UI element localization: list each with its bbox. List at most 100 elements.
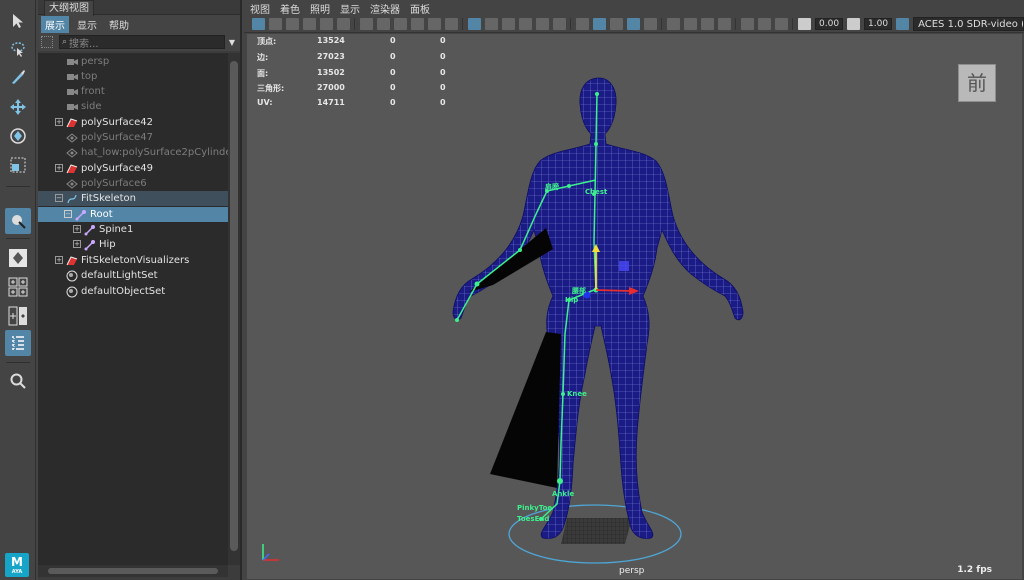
resolution-gate-icon[interactable] bbox=[377, 18, 390, 30]
expand-icon[interactable]: + bbox=[73, 240, 81, 248]
viewport-menu-panels[interactable]: 面板 bbox=[410, 1, 430, 16]
outliner-search-bar: ⌕ 搜索... ▼ bbox=[38, 33, 240, 51]
ik-plane-leg bbox=[490, 332, 561, 488]
viewport-menu-renderer[interactable]: 渲染器 bbox=[370, 1, 400, 16]
outliner-title: 大纲视图 bbox=[38, 0, 240, 16]
lasso-tool-icon[interactable] bbox=[5, 36, 31, 62]
tree-item-front[interactable]: front bbox=[38, 84, 228, 99]
tree-item-top[interactable]: top bbox=[38, 69, 228, 84]
select-camera-icon[interactable] bbox=[252, 18, 265, 30]
axis-gizmo-icon bbox=[262, 544, 279, 561]
expand-icon[interactable]: + bbox=[55, 164, 63, 172]
depth-of-field-icon[interactable] bbox=[718, 18, 731, 30]
viewport-menu-lighting[interactable]: 照明 bbox=[310, 1, 330, 16]
safe-title-icon[interactable] bbox=[445, 18, 458, 30]
outliner-menu-help[interactable]: 帮助 bbox=[105, 16, 133, 33]
expand-icon[interactable]: + bbox=[55, 256, 63, 264]
smooth-shade-icon[interactable] bbox=[502, 18, 515, 30]
exposure-icon[interactable] bbox=[798, 18, 811, 30]
tree-item-hip[interactable]: + Hip bbox=[38, 237, 228, 252]
camera-name-label: persp bbox=[619, 566, 645, 576]
viewport-menu-show[interactable]: 显示 bbox=[340, 1, 360, 16]
tree-item-persp[interactable]: persp bbox=[38, 54, 228, 69]
joint-label-waist: 腰部 bbox=[572, 287, 586, 295]
default-material-icon[interactable] bbox=[519, 18, 532, 30]
set-icon bbox=[66, 270, 78, 282]
soft-select-tool-icon[interactable] bbox=[5, 208, 31, 234]
viewport-menu-view[interactable]: 视图 bbox=[250, 1, 270, 16]
film-gate-icon[interactable] bbox=[360, 18, 373, 30]
tree-item-polysurface47[interactable]: polySurface47 bbox=[38, 130, 228, 145]
xray-joints-icon[interactable] bbox=[627, 18, 640, 30]
tree-item-fitskeletonvisualizers[interactable]: + FitSkeletonVisualizers bbox=[38, 253, 228, 268]
bookmark-icon[interactable] bbox=[286, 18, 299, 30]
toggle-hud-icon[interactable] bbox=[775, 18, 788, 30]
search-input[interactable]: ⌕ 搜索... bbox=[59, 35, 225, 50]
motion-blur-icon[interactable] bbox=[684, 18, 697, 30]
colorspace-dropdown[interactable]: ACES 1.0 SDR-video (sRGB) bbox=[913, 17, 1024, 31]
tree-item-polysurface6[interactable]: polySurface6 bbox=[38, 176, 228, 191]
outliner-vertical-scrollbar[interactable] bbox=[228, 53, 240, 565]
outliner-layout-icon[interactable] bbox=[5, 330, 31, 356]
chevron-down-icon[interactable]: ▼ bbox=[227, 38, 237, 47]
paint-select-tool-icon[interactable] bbox=[5, 64, 31, 90]
expand-icon[interactable]: + bbox=[73, 225, 81, 233]
gate-mask-icon[interactable] bbox=[394, 18, 407, 30]
rotate-tool-icon[interactable] bbox=[5, 123, 31, 149]
tree-item-side[interactable]: side bbox=[38, 99, 228, 114]
3d-viewport[interactable]: 顶点: 13524 0 0 边: 27023 0 0 面: 13502 0 0 三角形: 27000… bbox=[247, 34, 1022, 579]
gamma-icon[interactable] bbox=[847, 18, 861, 30]
tree-item-fitskeleton[interactable]: − FitSkeleton bbox=[38, 191, 228, 206]
wireframe-on-shaded-icon[interactable] bbox=[593, 18, 606, 30]
camera-attributes-icon[interactable] bbox=[269, 18, 282, 30]
joint-icon bbox=[84, 239, 96, 251]
outliner-menu-show[interactable]: 展示 bbox=[41, 15, 69, 33]
maya-logo: M AYA bbox=[5, 553, 29, 577]
safe-action-icon[interactable] bbox=[428, 18, 441, 30]
isolate-select-icon[interactable] bbox=[741, 18, 754, 30]
move-tool-icon[interactable] bbox=[5, 94, 31, 120]
outliner-horizontal-scrollbar[interactable] bbox=[38, 565, 228, 577]
outliner-tree: persp top front side + polySurface42 pol… bbox=[38, 53, 228, 565]
xray-active-icon[interactable] bbox=[758, 18, 771, 30]
tree-item-root[interactable]: − Root bbox=[38, 207, 228, 222]
joint-label-toesend: ToesEnd bbox=[517, 515, 550, 523]
magnifier-icon[interactable] bbox=[5, 368, 31, 394]
viewport-menu-shading[interactable]: 着色 bbox=[280, 1, 300, 16]
outliner-menu-display[interactable]: 显示 bbox=[73, 16, 101, 33]
tree-item-polysurface42[interactable]: + polySurface42 bbox=[38, 115, 228, 130]
shadows-icon[interactable] bbox=[576, 18, 589, 30]
textured-icon[interactable] bbox=[536, 18, 549, 30]
ambient-occlusion-icon[interactable] bbox=[667, 18, 680, 30]
scale-tool-icon[interactable] bbox=[5, 152, 31, 178]
two-pane-layout-icon[interactable] bbox=[5, 303, 31, 329]
grid-toggle-icon[interactable] bbox=[468, 18, 481, 30]
image-plane-icon[interactable] bbox=[303, 18, 316, 30]
single-pane-layout-icon[interactable] bbox=[5, 245, 31, 271]
backface-culling-icon[interactable] bbox=[644, 18, 657, 30]
grease-pencil-icon[interactable] bbox=[337, 18, 350, 30]
select-tool-icon[interactable] bbox=[5, 8, 31, 34]
two-d-pan-icon[interactable] bbox=[320, 18, 333, 30]
exposure-field[interactable]: 0.00 bbox=[815, 18, 844, 30]
field-chart-icon[interactable] bbox=[411, 18, 424, 30]
tree-item-polysurface49[interactable]: + polySurface49 bbox=[38, 161, 228, 176]
viewport-toolbar: 0.00 1.00 ACES 1.0 SDR-video (sRGB) bbox=[244, 16, 1024, 33]
gamma-field[interactable]: 1.00 bbox=[864, 18, 893, 30]
filter-grip-icon[interactable] bbox=[41, 36, 53, 48]
collapse-icon[interactable]: − bbox=[64, 210, 72, 218]
view-cube[interactable]: 前 bbox=[958, 64, 996, 102]
camera-icon bbox=[66, 101, 78, 113]
use-all-lights-icon[interactable] bbox=[553, 18, 566, 30]
expand-icon[interactable]: + bbox=[55, 118, 63, 126]
tree-item-defaultobjectset[interactable]: defaultObjectSet bbox=[38, 284, 228, 299]
xray-icon[interactable] bbox=[610, 18, 623, 30]
anti-aliasing-icon[interactable] bbox=[701, 18, 714, 30]
four-pane-layout-icon[interactable] bbox=[5, 274, 31, 300]
tree-item-spine1[interactable]: + Spine1 bbox=[38, 222, 228, 237]
collapse-icon[interactable]: − bbox=[55, 194, 63, 202]
tree-item-hat-low[interactable]: hat_low:polySurface2pCylinder1 bbox=[38, 145, 228, 160]
color-management-icon[interactable] bbox=[896, 18, 910, 30]
tree-item-defaultlightset[interactable]: defaultLightSet bbox=[38, 268, 228, 283]
wireframe-icon[interactable] bbox=[485, 18, 498, 30]
